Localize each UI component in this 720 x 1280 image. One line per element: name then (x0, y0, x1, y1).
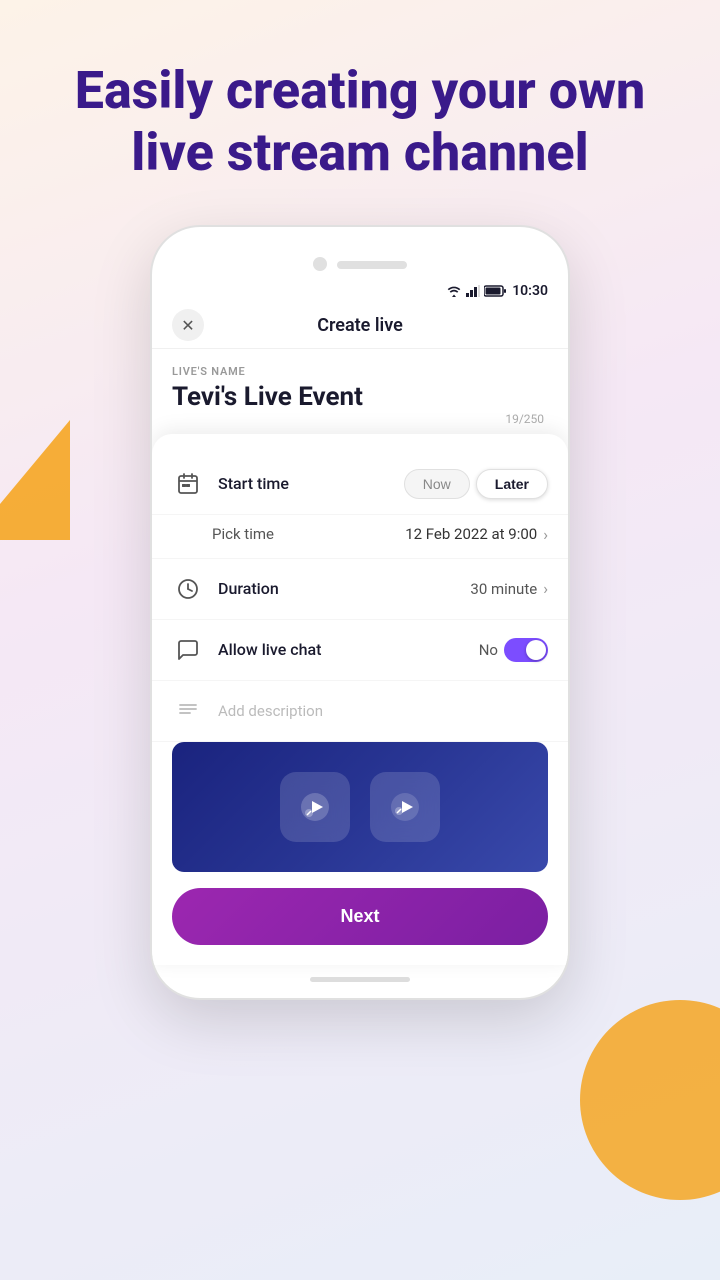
allow-chat-label: Allow live chat (218, 640, 479, 659)
bg-circle-decoration (580, 1000, 720, 1200)
start-time-icon (172, 468, 204, 500)
app-header: ✕ Create live (152, 303, 568, 349)
app-icon-1 (280, 772, 350, 842)
allow-chat-toggle[interactable] (504, 638, 548, 662)
duration-icon (172, 573, 204, 605)
next-button[interactable]: Next (172, 888, 548, 945)
phone-wrapper: 10:30 ✕ Create live LIVE'S NAME Tevi's L… (0, 225, 720, 1000)
duration-chevron-icon: › (543, 579, 548, 598)
allow-chat-value: No (479, 641, 498, 659)
wifi-icon (446, 285, 462, 297)
duration-value: 30 minute (470, 580, 537, 598)
phone-device: 10:30 ✕ Create live LIVE'S NAME Tevi's L… (150, 225, 570, 1000)
pick-time-label: Pick time (212, 525, 405, 543)
live-name-value: Tevi's Live Event (172, 382, 548, 412)
toggle-knob (526, 640, 546, 660)
battery-icon (484, 285, 506, 297)
live-name-section: LIVE'S NAME Tevi's Live Event 19/250 (152, 349, 568, 434)
description-row[interactable]: Add description (152, 681, 568, 742)
status-icons (446, 285, 506, 297)
duration-label: Duration (218, 579, 470, 598)
phone-bottom (152, 965, 568, 998)
duration-row[interactable]: Duration 30 minute › (152, 559, 568, 620)
hero-title: Easily creating your own live stream cha… (60, 60, 660, 185)
phone-speaker (337, 261, 407, 269)
close-icon: ✕ (181, 316, 194, 335)
home-indicator (310, 977, 410, 982)
later-button[interactable]: Later (476, 469, 548, 499)
phone-camera (313, 257, 327, 271)
time-buttons: Now Later (404, 469, 548, 499)
header-title: Create live (317, 315, 403, 336)
phone-top-bar (152, 257, 568, 271)
form-card: Start time Now Later Pick time 12 Feb 20… (152, 434, 568, 965)
pick-time-value: 12 Feb 2022 at 9:00 (405, 525, 537, 543)
char-count: 19/250 (172, 412, 548, 426)
description-placeholder: Add description (218, 702, 548, 720)
close-button[interactable]: ✕ (172, 309, 204, 341)
description-icon (172, 695, 204, 727)
image-preview (172, 742, 548, 872)
app-icon-2 (370, 772, 440, 842)
status-time: 10:30 (512, 283, 548, 299)
chat-icon (172, 634, 204, 666)
live-name-label: LIVE'S NAME (172, 365, 548, 378)
start-time-row[interactable]: Start time Now Later (152, 454, 568, 515)
allow-chat-row[interactable]: Allow live chat No (152, 620, 568, 681)
pick-time-chevron-icon: › (543, 525, 548, 544)
now-button[interactable]: Now (404, 469, 470, 499)
status-bar: 10:30 (152, 279, 568, 303)
hero-section: Easily creating your own live stream cha… (0, 0, 720, 215)
start-time-label: Start time (218, 474, 404, 493)
signal-icon (466, 285, 480, 297)
pick-time-row[interactable]: Pick time 12 Feb 2022 at 9:00 › (152, 515, 568, 559)
